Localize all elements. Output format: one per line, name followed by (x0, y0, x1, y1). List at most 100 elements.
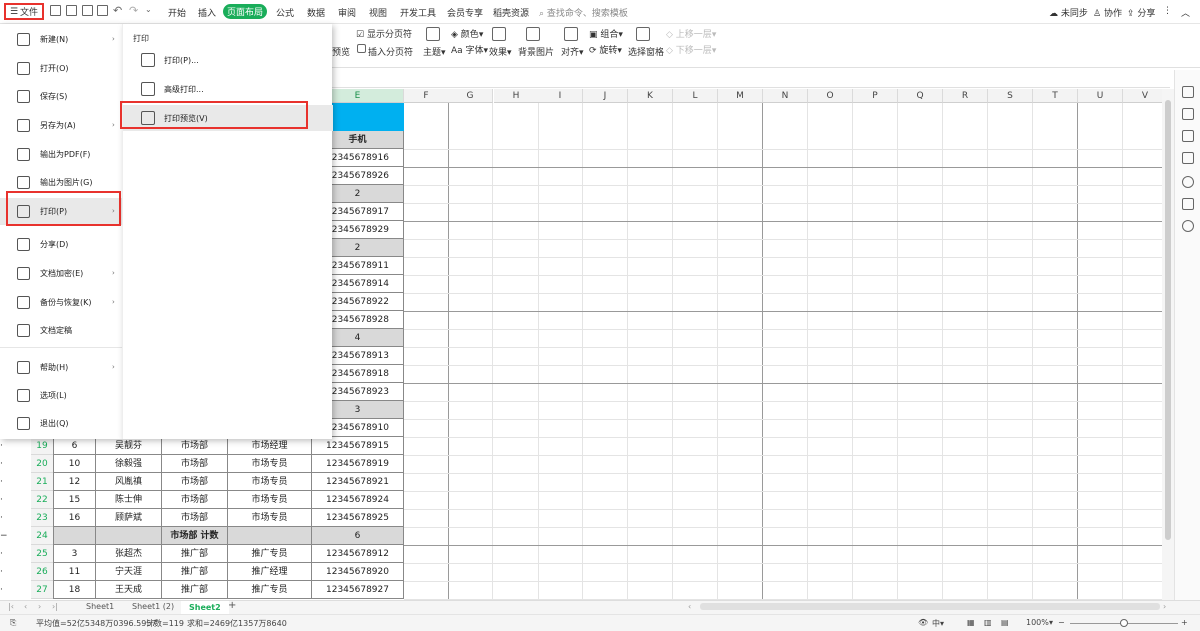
column-header[interactable]: H (494, 89, 539, 103)
zoom-out-icon[interactable]: − (1058, 618, 1065, 627)
zoom-slider-thumb[interactable] (1120, 619, 1128, 627)
row-header[interactable]: 26 (31, 563, 53, 581)
tab-member[interactable]: 会员专享 (447, 6, 483, 19)
subtotal-cell[interactable] (228, 527, 312, 545)
subtotal-cell[interactable]: 6 (312, 527, 404, 545)
data-cell[interactable]: 王天成 (96, 581, 162, 599)
collab-button[interactable]: ♙ 协作 (1093, 6, 1122, 19)
select-pane-button[interactable]: 选择窗格 (628, 45, 664, 58)
rotate-button[interactable]: ⟳ 旋转▾ (589, 43, 622, 56)
tab-insert[interactable]: 插入 (198, 6, 216, 19)
settings-sliders-icon[interactable] (1182, 130, 1194, 142)
data-cell[interactable]: 12345678915 (312, 437, 404, 455)
file-menu-item[interactable]: 退出(Q) (0, 410, 122, 436)
row-header[interactable]: 23 (31, 509, 53, 527)
data-cell[interactable]: 市场部 (162, 509, 228, 527)
data-cell[interactable]: 3 (53, 545, 96, 563)
add-sheet-icon[interactable]: + (228, 600, 236, 611)
data-cell[interactable]: 市场专员 (228, 491, 312, 509)
subtotal-cell[interactable] (53, 527, 96, 545)
outline-marker[interactable]: · (0, 437, 31, 455)
outline-marker[interactable]: · (0, 581, 31, 599)
file-menu-item[interactable]: 文档定稿 (0, 317, 122, 343)
font-button[interactable]: Aa 字体▾ (451, 43, 488, 56)
effects-button[interactable]: 效果▾ (489, 45, 512, 58)
scroll-right-icon[interactable]: › (1163, 602, 1166, 611)
insert-page-break-button[interactable]: 插入分页符 (368, 45, 413, 58)
column-header[interactable]: T (1033, 89, 1078, 103)
data-cell[interactable]: 18 (53, 581, 96, 599)
outline-marker[interactable]: − (0, 527, 31, 545)
data-cell[interactable]: 12345678924 (312, 491, 404, 509)
file-menu-item[interactable]: 帮助(H)› (0, 354, 122, 380)
tab-developer[interactable]: 开发工具 (400, 6, 436, 19)
export-icon[interactable] (66, 5, 77, 16)
tab-review[interactable]: 审阅 (338, 6, 356, 19)
data-cell[interactable]: 16 (53, 509, 96, 527)
redo-icon[interactable]: ↷ (129, 4, 138, 17)
data-cell[interactable]: 12345678920 (312, 563, 404, 581)
data-cell[interactable]: 推广部 (162, 545, 228, 563)
row-header[interactable]: 20 (31, 455, 53, 473)
row-header[interactable]: 27 (31, 581, 53, 599)
file-menu-item[interactable]: 分享(D) (0, 231, 122, 257)
column-header[interactable]: J (583, 89, 628, 103)
sheet-tab-active[interactable]: Sheet2 (181, 601, 229, 614)
more-icon[interactable]: ⋮ (1163, 6, 1172, 16)
data-cell[interactable]: 推广部 (162, 581, 228, 599)
row-header[interactable]: 21 (31, 473, 53, 491)
search-input[interactable]: ⌕ 查找命令、搜索模板 (539, 6, 628, 19)
column-header[interactable]: U (1078, 89, 1123, 103)
column-header[interactable]: Q (898, 89, 943, 103)
column-header[interactable]: L (673, 89, 718, 103)
data-cell[interactable]: 市场部 (162, 437, 228, 455)
data-cell[interactable]: 10 (53, 455, 96, 473)
data-cell[interactable]: 推广专员 (228, 545, 312, 563)
file-menu-item[interactable]: 另存为(A)› (0, 112, 122, 138)
tab-formulas[interactable]: 公式 (276, 6, 294, 19)
data-cell[interactable]: 12345678925 (312, 509, 404, 527)
zoom-in-icon[interactable]: + (1181, 618, 1188, 627)
theme-button[interactable]: 主题▾ (423, 45, 446, 58)
column-header[interactable]: R (943, 89, 988, 103)
column-header[interactable]: O (808, 89, 853, 103)
data-cell[interactable]: 徐毅强 (96, 455, 162, 473)
print-icon[interactable] (82, 5, 93, 16)
file-menu-item[interactable]: 备份与恢复(K)› (0, 289, 122, 315)
collapse-ribbon-icon[interactable]: ︿ (1181, 6, 1190, 19)
bring-forward-button[interactable]: ◇ 上移一层▾ (666, 27, 716, 40)
preview-icon[interactable] (97, 5, 108, 16)
outline-marker[interactable]: · (0, 473, 31, 491)
data-cell[interactable]: 市场专员 (228, 455, 312, 473)
share-button[interactable]: ⇪ 分享 (1127, 6, 1155, 19)
data-cell[interactable]: 15 (53, 491, 96, 509)
data-cell[interactable]: 张超杰 (96, 545, 162, 563)
vertical-scroll-thumb[interactable] (1165, 100, 1171, 540)
file-menu-item[interactable]: 选项(L) (0, 382, 122, 408)
data-cell[interactable]: 吴靓芬 (96, 437, 162, 455)
row-header[interactable]: 24 (31, 527, 53, 545)
data-cell[interactable]: 6 (53, 437, 96, 455)
tab-view[interactable]: 视图 (369, 6, 387, 19)
sheet-tab[interactable]: Sheet1 (86, 602, 114, 611)
column-header[interactable]: P (853, 89, 898, 103)
subtotal-cell[interactable]: 市场部 计数 (162, 527, 228, 545)
file-menu-item[interactable]: 打开(O) (0, 55, 122, 81)
data-cell[interactable]: 风胤禛 (96, 473, 162, 491)
tab-home[interactable]: 开始 (168, 6, 186, 19)
column-header[interactable]: M (718, 89, 763, 103)
prev-sheet-icon[interactable]: ‹ (24, 602, 27, 611)
horizontal-scrollbar[interactable] (700, 603, 1160, 610)
outline-marker[interactable]: · (0, 491, 31, 509)
zoom-level[interactable]: 100% (1026, 618, 1049, 627)
data-cell[interactable]: 12345678927 (312, 581, 404, 599)
data-cell[interactable]: 推广专员 (228, 581, 312, 599)
eye-protection-icon[interactable]: 👁 (918, 618, 928, 627)
data-cell[interactable]: 市场专员 (228, 509, 312, 527)
file-menu-item[interactable]: 保存(S) (0, 83, 122, 109)
column-header[interactable]: V (1123, 89, 1162, 103)
zoom-chevron-icon[interactable]: ▾ (1049, 618, 1053, 627)
data-cell[interactable]: 宁天涯 (96, 563, 162, 581)
subtotal-cell[interactable] (96, 527, 162, 545)
row-header[interactable]: 22 (31, 491, 53, 509)
